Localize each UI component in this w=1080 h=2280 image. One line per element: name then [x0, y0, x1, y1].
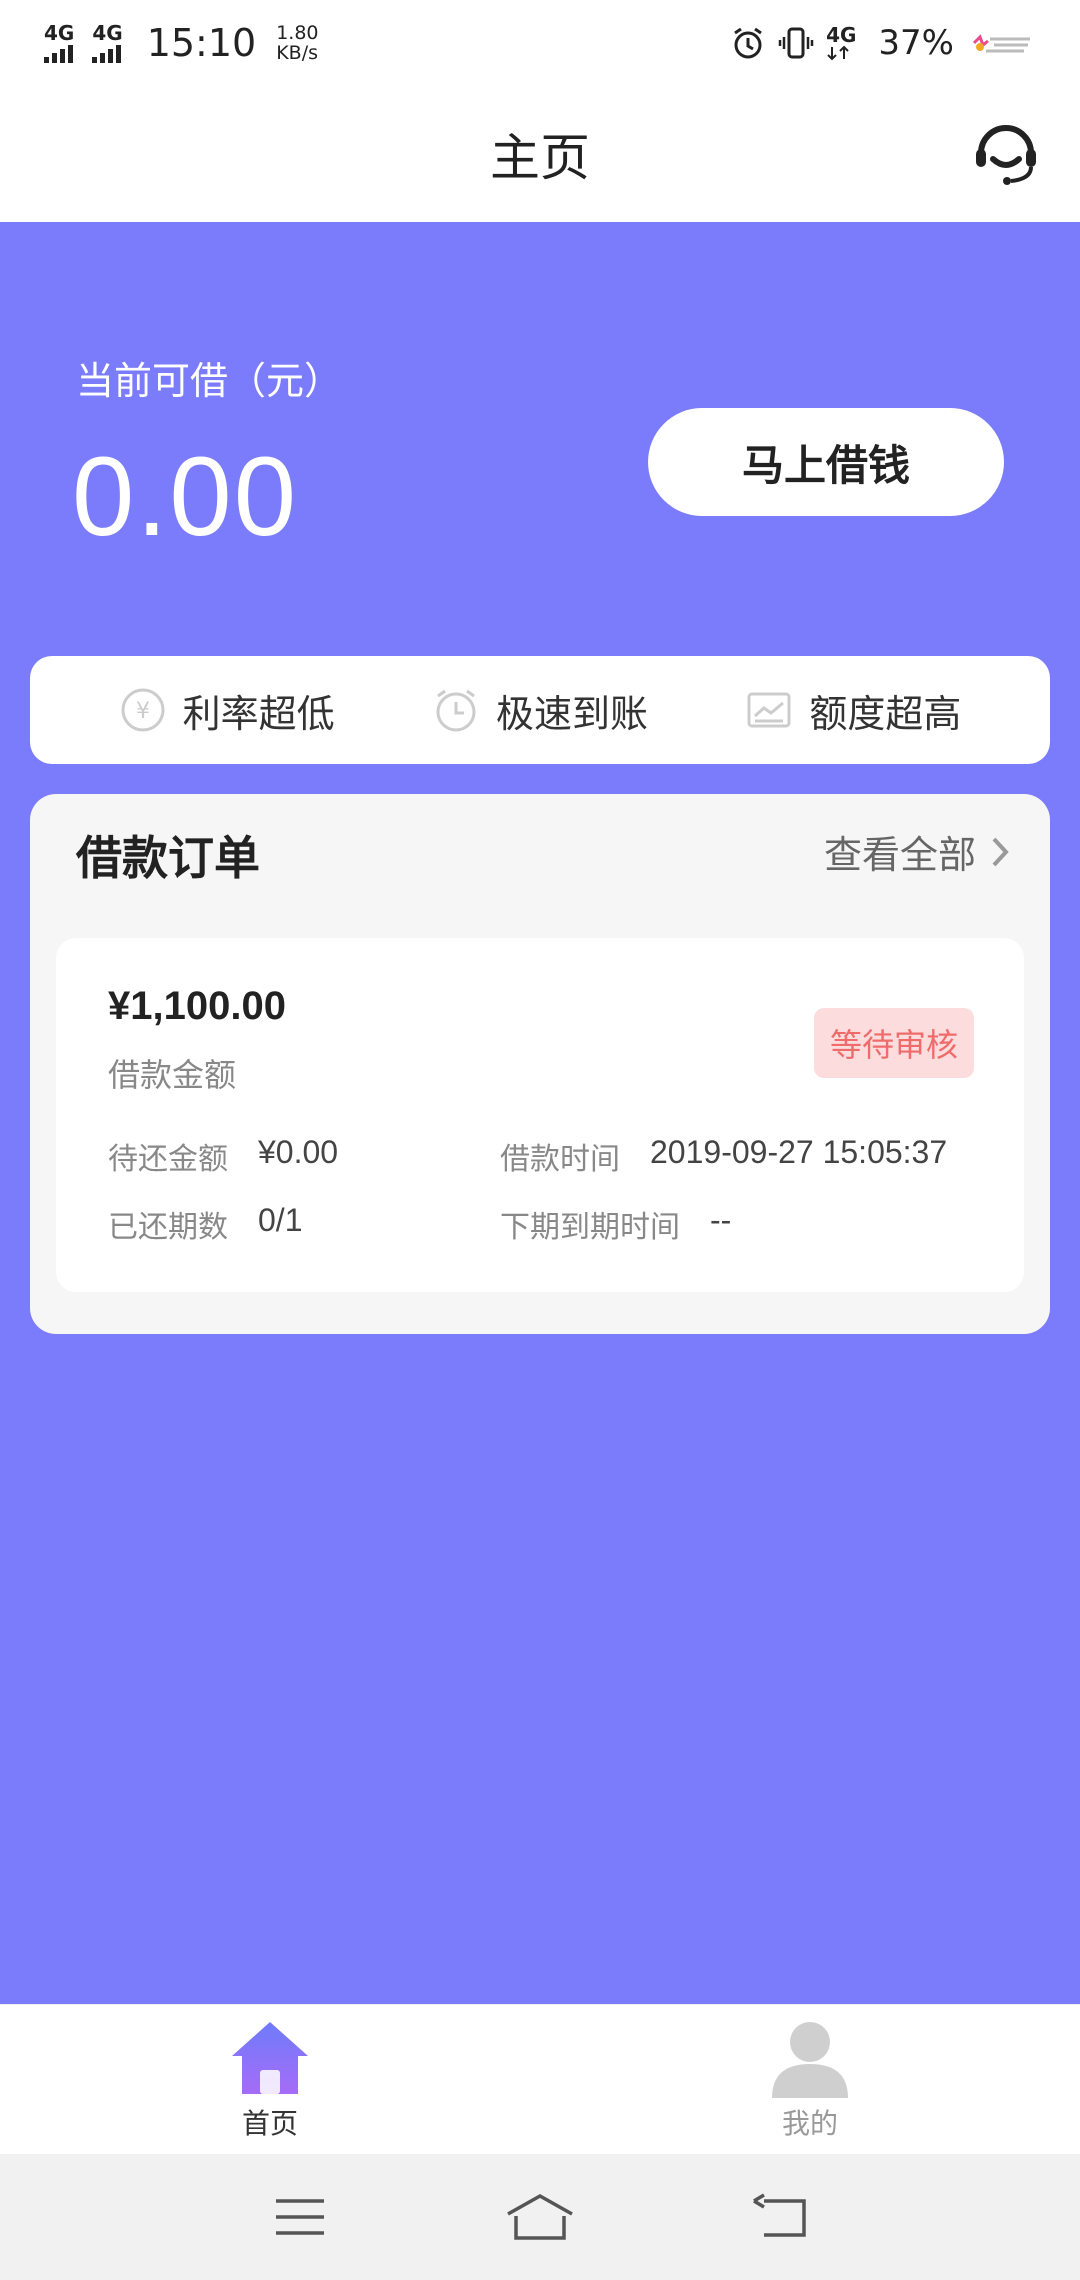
tab-home[interactable]: 首页	[170, 2018, 370, 2142]
loan-orders-card: 借款订单 查看全部 ¥1,100.00 借款金额 等待审核 待还金额 ¥0.00…	[30, 794, 1050, 1334]
home-outline-icon	[507, 2193, 573, 2240]
orders-title: 借款订单	[76, 831, 260, 885]
person-icon	[772, 2021, 848, 2098]
feature-label: 极速到账	[495, 691, 648, 736]
signal-1: 4G	[44, 23, 74, 63]
home-button[interactable]	[495, 2187, 585, 2247]
network-speed: 1.80 KB/s	[276, 23, 318, 63]
tab-label: 首页	[241, 2106, 298, 2140]
signal-3: 4G	[826, 25, 856, 61]
svg-text:¥: ¥	[136, 699, 150, 724]
feature-label: 利率超低	[182, 691, 335, 736]
due-amount-label: 待还金额	[108, 1142, 228, 1177]
page-title: 主页	[490, 129, 590, 187]
speed-value: 1.80	[276, 22, 319, 44]
battery-decoration-icon	[972, 34, 1030, 53]
features-strip: ¥ 利率超低 极速到账 额度超高	[30, 656, 1050, 764]
borrow-now-button[interactable]: 马上借钱	[648, 408, 1004, 516]
speed-unit: KB/s	[276, 42, 318, 64]
due-amount-row: 待还金额 ¥0.00	[108, 1134, 338, 1178]
home-icon	[232, 2021, 308, 2094]
due-amount-value: ¥0.00	[258, 1134, 339, 1170]
next-due-value: --	[710, 1202, 732, 1238]
feature-label: 额度超高	[809, 691, 962, 736]
signal-2: 4G	[92, 21, 123, 63]
next-due-label: 下期到期时间	[500, 1210, 680, 1245]
network-type-1: 4G	[44, 21, 75, 45]
loan-amount: ¥1,100.00	[108, 984, 286, 1028]
feature-low-rate: ¥ 利率超低	[119, 683, 335, 738]
view-all-label: 查看全部	[823, 833, 976, 877]
order-item[interactable]: ¥1,100.00 借款金额 等待审核 待还金额 ¥0.00 借款时间 2019…	[56, 938, 1024, 1292]
chevron-right-icon	[992, 837, 1009, 866]
vibrate-icon	[778, 27, 814, 59]
menu-button[interactable]	[255, 2187, 345, 2247]
chart-icon	[747, 692, 791, 728]
yen-coin-icon: ¥	[121, 688, 165, 732]
alarm-icon	[734, 27, 762, 59]
loan-time-value: 2019-09-27 15:05:37	[650, 1134, 948, 1170]
status-bar: 4G 4G 15:10 1.80 KB/s 4G 37%	[0, 0, 1080, 86]
back-button[interactable]	[735, 2187, 825, 2247]
signal-bars-icon	[92, 43, 122, 63]
tab-label: 我的	[781, 2106, 838, 2140]
battery-level: 37%	[878, 23, 954, 63]
status-right: 4G 37%	[730, 23, 1036, 63]
view-all-link[interactable]: 查看全部	[824, 824, 1010, 879]
loan-time-row: 借款时间 2019-09-27 15:05:37	[500, 1134, 947, 1178]
network-type-2: 4G	[92, 21, 123, 45]
hero-section: 当前可借（元） 0.00 马上借钱	[0, 222, 1080, 652]
system-navigation-bar	[0, 2154, 1080, 2280]
paid-periods-value: 0/1	[258, 1202, 303, 1238]
loan-time-label: 借款时间	[500, 1142, 620, 1177]
paid-periods-label: 已还期数	[108, 1210, 228, 1245]
available-amount-label: 当前可借（元）	[76, 359, 343, 403]
status-left: 4G 4G 15:10 1.80 KB/s	[44, 21, 319, 65]
tab-mine[interactable]: 我的	[710, 2018, 910, 2142]
customer-service-button[interactable]	[970, 118, 1042, 190]
signal-bars-icon	[44, 43, 73, 63]
back-icon	[753, 2193, 806, 2237]
headset-icon	[976, 125, 1036, 185]
feature-high-limit: 额度超高	[745, 683, 961, 738]
clock: 15:10	[146, 21, 257, 65]
loan-amount-label: 借款金额	[108, 1056, 237, 1094]
navigation-bar: 主页	[0, 86, 1080, 222]
available-amount: 0.00	[72, 434, 298, 559]
data-arrows-icon	[827, 45, 849, 61]
bottom-tab-bar: 首页 我的	[0, 2004, 1080, 2154]
feature-fast-transfer: 极速到账	[432, 683, 648, 738]
next-due-row: 下期到期时间 --	[500, 1202, 731, 1246]
network-type-3: 4G	[826, 23, 857, 47]
alarm-clock-icon	[436, 689, 476, 732]
paid-periods-row: 已还期数 0/1	[108, 1202, 302, 1246]
status-badge: 等待审核	[813, 1008, 974, 1078]
menu-icon	[276, 2199, 324, 2235]
